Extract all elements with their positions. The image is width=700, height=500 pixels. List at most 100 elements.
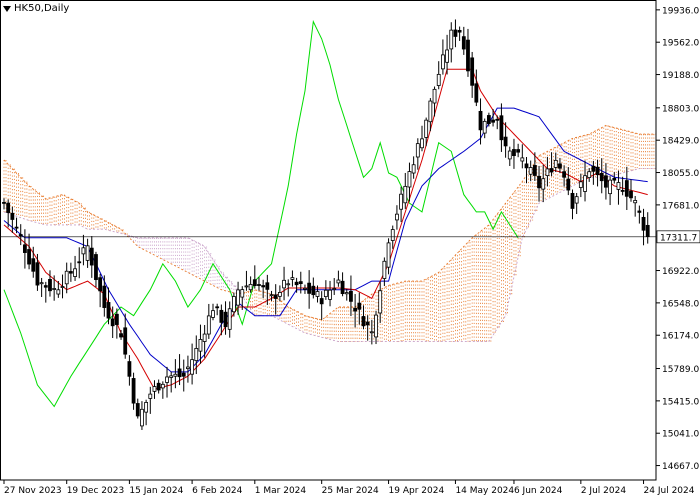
candle-down: [6, 202, 11, 213]
candle-down: [106, 302, 111, 319]
y-tick-label: 16174.0: [662, 332, 699, 342]
candle-down: [357, 302, 362, 310]
candle-up: [227, 308, 232, 330]
candle-up: [382, 260, 387, 279]
candle-down: [31, 258, 36, 272]
candle-down: [298, 281, 303, 285]
candle-up: [160, 383, 165, 389]
candle-down: [48, 279, 52, 292]
candle-up: [407, 171, 412, 188]
candle-up: [541, 178, 546, 190]
candle-up: [240, 289, 245, 298]
candle-up: [420, 138, 424, 149]
candle-up: [528, 167, 533, 175]
chart-axes: 19936.0 19562.0 19188.0 18803.0 18429.0 18055…: [0, 0, 699, 496]
candle-down: [361, 316, 366, 327]
candle-up: [449, 29, 454, 50]
dropdown-triangle-icon[interactable]: [3, 5, 11, 12]
candle-down: [261, 285, 266, 288]
candle-up: [169, 375, 174, 378]
candle-up: [428, 100, 433, 123]
candle-down: [123, 327, 128, 355]
candle-down: [499, 115, 504, 141]
candle-up: [173, 373, 178, 377]
candle-up: [440, 54, 445, 70]
candle-down: [223, 311, 228, 328]
candle-down: [27, 249, 31, 265]
candle-down: [637, 210, 642, 213]
candle-up: [369, 331, 374, 334]
candle-down: [453, 29, 458, 37]
y-tick-label: 19936.0: [662, 6, 699, 16]
candle-down: [119, 333, 123, 338]
candle-up: [64, 270, 69, 285]
candle-up: [85, 245, 90, 261]
ichimoku-cloud: [3, 124, 657, 343]
candle-down: [35, 262, 40, 286]
x-tick-label: 19 Apr 2024: [389, 486, 445, 496]
x-tick-label: 1 Mar 2024: [255, 486, 307, 496]
candle-down: [629, 190, 633, 199]
candle-down: [478, 110, 483, 131]
candle-down: [365, 321, 370, 326]
candle-up: [395, 213, 399, 221]
candle-down: [549, 168, 554, 173]
candle-down: [457, 30, 462, 33]
indicator-lines: [3, 19, 648, 408]
candle-down: [537, 175, 541, 189]
candle-up: [190, 359, 195, 375]
candle-up: [286, 283, 291, 286]
candle-down: [624, 180, 629, 197]
candle-down: [22, 244, 27, 253]
candle-up: [244, 285, 249, 288]
current-price-line: 17311.7: [0, 230, 700, 243]
candle-down: [353, 307, 358, 312]
candle-down: [595, 166, 600, 176]
candle-up: [206, 315, 211, 335]
candle-down: [177, 368, 182, 378]
candle-down: [461, 36, 466, 50]
candle-down: [311, 285, 316, 296]
candle-down: [641, 216, 646, 231]
candle-up: [374, 314, 378, 338]
candle-down: [604, 175, 608, 188]
candle-up: [378, 290, 383, 314]
candle-up: [482, 120, 487, 134]
candle-down: [77, 261, 82, 264]
candle-up: [545, 168, 550, 177]
y-tick-label: 18429.0: [662, 137, 699, 147]
candle-up: [587, 171, 592, 178]
candle-down: [474, 83, 479, 103]
candle-up: [390, 229, 395, 241]
x-tick-label: 25 Mar 2024: [322, 486, 379, 496]
candle-down: [89, 247, 94, 266]
candle-up: [56, 289, 61, 295]
y-tick-label: 16548.0: [662, 299, 699, 309]
symbol-label: HK50,Daily: [14, 3, 70, 14]
candle-down: [558, 163, 562, 169]
candle-down: [252, 279, 257, 286]
candle-down: [570, 192, 575, 209]
candle-up: [198, 339, 203, 352]
x-tick-label: 6 Jun 2024: [514, 486, 563, 496]
candle-down: [645, 224, 650, 237]
senkou-span-b-line: [3, 168, 657, 343]
candle-up: [583, 175, 587, 192]
candle-down: [14, 226, 19, 229]
candle-up: [432, 88, 437, 104]
candle-down: [562, 171, 567, 178]
candle-down: [215, 306, 220, 309]
candle-up: [399, 193, 404, 210]
candle-down: [156, 382, 161, 391]
candle-up: [315, 291, 320, 297]
candle-up: [60, 286, 65, 288]
candle-up: [290, 277, 295, 280]
candle-up: [52, 288, 57, 290]
candle-up: [445, 49, 449, 63]
candle-down: [135, 403, 140, 417]
candle-up: [231, 296, 236, 313]
candle-up: [436, 73, 441, 86]
candle-down: [10, 212, 15, 220]
candle-down: [495, 118, 500, 121]
candle-up: [403, 185, 408, 204]
